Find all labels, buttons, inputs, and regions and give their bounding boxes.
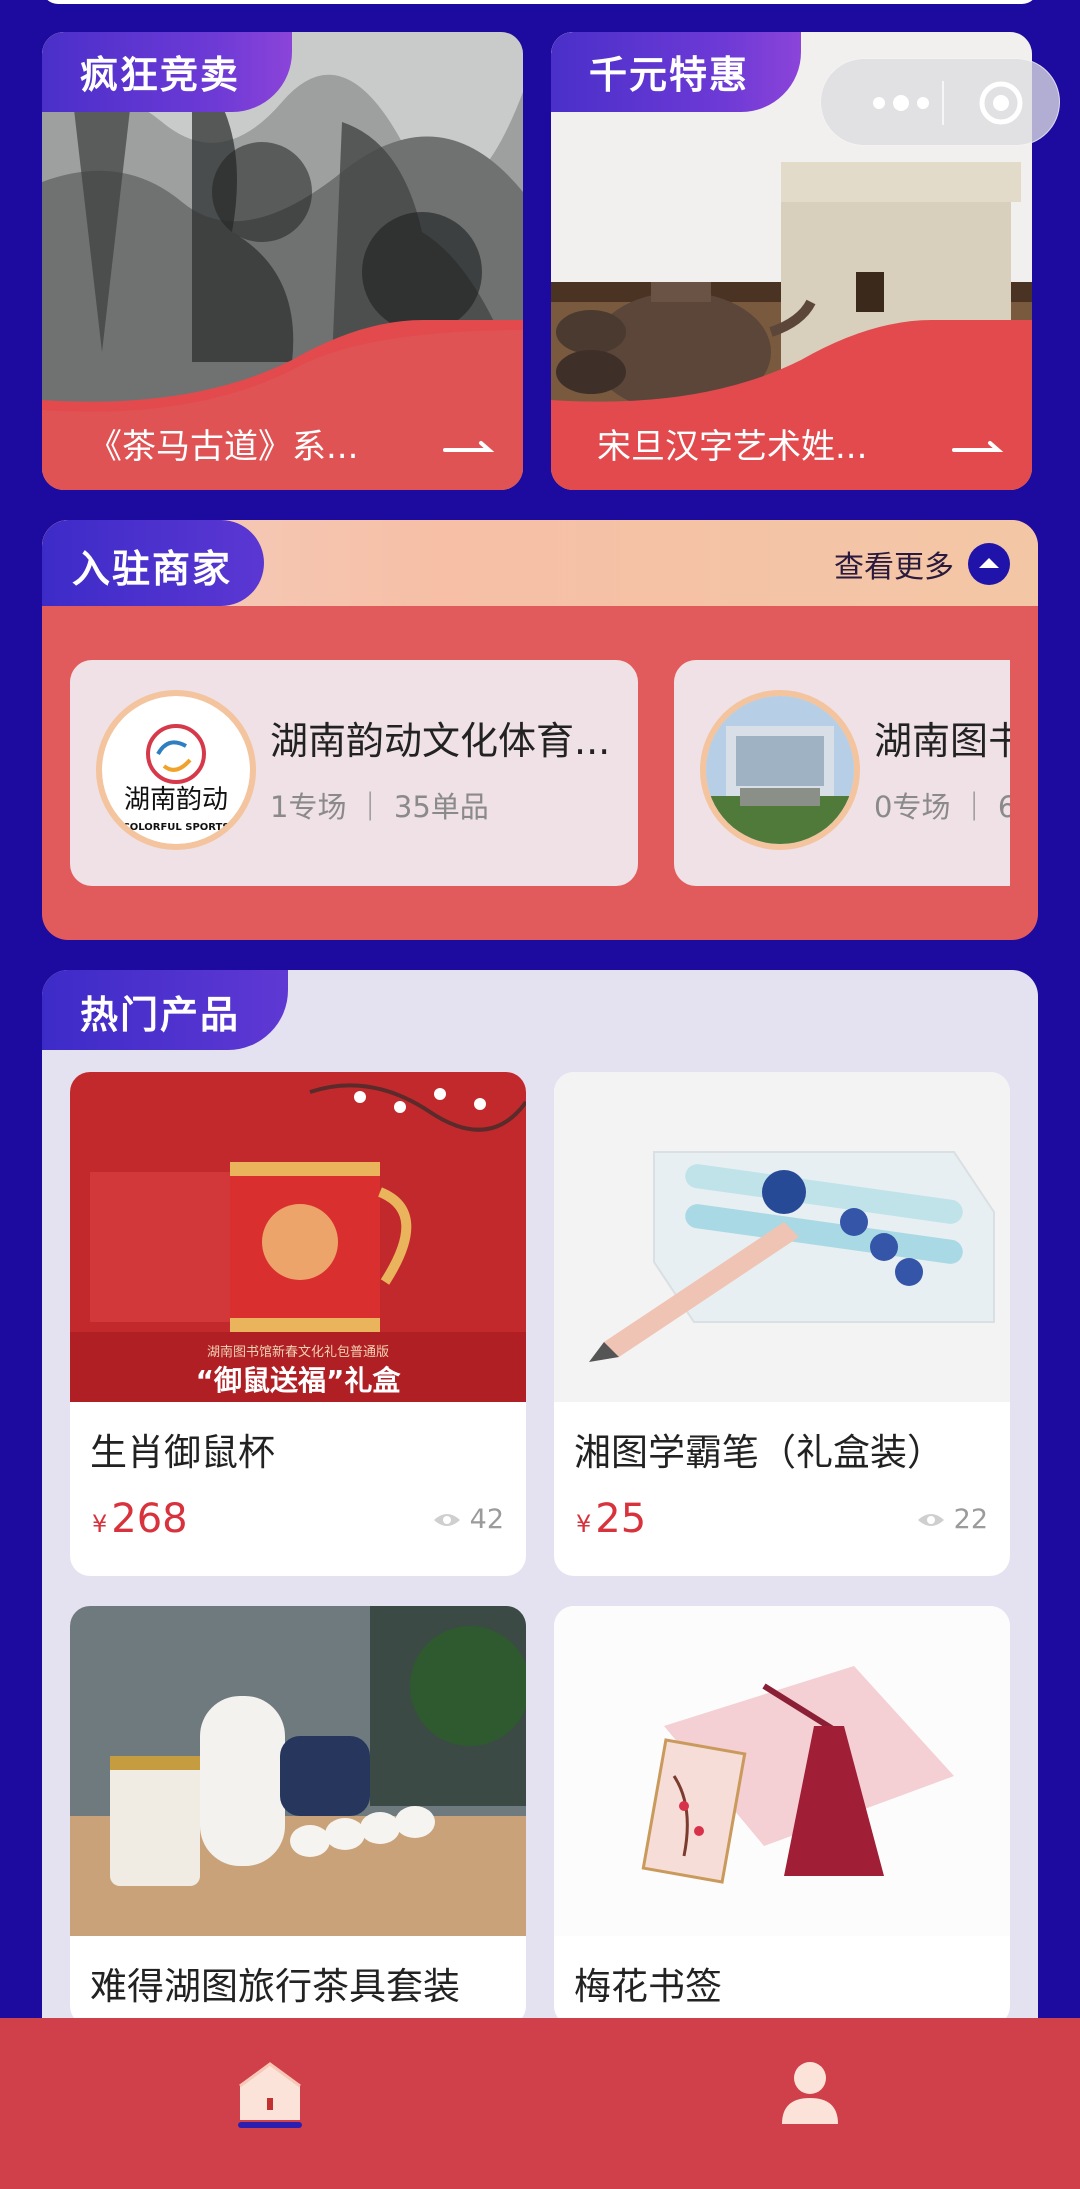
view-count: 22 — [916, 1504, 988, 1535]
view-more-label: 查看更多 — [834, 550, 954, 585]
merchant-items: 6 — [997, 790, 1010, 824]
profile-icon[interactable] — [770, 2052, 850, 2132]
view-count: 42 — [432, 1504, 504, 1535]
merchant-logo: 湖南韵动 COLORFUL SPORTS — [96, 690, 256, 850]
merchant-logo-text: 湖南韵动 — [124, 785, 228, 815]
product-title: 生肖御鼠杯 — [90, 1431, 275, 1474]
product-image-bookmark — [554, 1606, 1010, 1936]
hot-products-section: 热门产品 湖南图书馆新春文化礼包普通版 “御鼠送福”礼盒 生肖御鼠杯 ¥268 … — [42, 970, 1038, 2189]
merchant-logo-subtext: COLORFUL SPORTS — [122, 822, 229, 833]
close-target-icon[interactable] — [977, 79, 1025, 127]
merchant-card[interactable]: 湖南图书 0专场 ｜ 6 — [674, 660, 1010, 886]
price-value: 25 — [595, 1496, 647, 1542]
promo-card-auction[interactable]: 疯狂竞卖 《茶马古道》系... — [42, 32, 523, 490]
view-count-value: 22 — [953, 1504, 988, 1535]
product-title: 难得湖图旅行茶具套装 — [90, 1965, 460, 2008]
product-title: 梅花书签 — [574, 1965, 722, 2008]
product-price: ¥268 — [92, 1496, 188, 1542]
currency-symbol: ¥ — [92, 1510, 108, 1538]
merchant-stats: 1专场 ｜ 35单品 — [270, 784, 489, 826]
home-icon[interactable] — [230, 2052, 310, 2132]
product-image-pen — [554, 1072, 1010, 1402]
miniprogram-capsule — [820, 58, 1060, 146]
eye-icon — [433, 1513, 460, 1526]
product-image-caption: “御鼠送福”礼盒 — [196, 1364, 402, 1397]
product-image-mug: 湖南图书馆新春文化礼包普通版 “御鼠送福”礼盒 — [70, 1072, 526, 1402]
merchant-name: 湖南图书 — [874, 719, 1010, 763]
arrow-right-icon — [443, 441, 495, 452]
product-image-tea-set — [70, 1606, 526, 1936]
more-dots-icon[interactable] — [859, 91, 959, 115]
merchant-stats: 0专场 ｜ 6 — [874, 784, 1010, 826]
top-edge — [42, 0, 1038, 4]
merchant-logo — [700, 690, 860, 850]
merchant-specials: 1专场 — [270, 790, 347, 824]
arrow-right-icon — [952, 441, 1004, 452]
product-image-subcaption: 湖南图书馆新春文化礼包普通版 — [207, 1344, 389, 1360]
promo-caption: 宋旦汉字艺术姓... — [597, 427, 868, 467]
section-title: 入驻商家 — [42, 520, 264, 606]
capsule-divider — [942, 81, 944, 125]
merchant-specials: 0专场 — [874, 790, 951, 824]
currency-symbol: ¥ — [576, 1510, 592, 1538]
product-card[interactable]: 梅花书签 — [554, 1606, 1010, 2026]
eye-icon — [917, 1513, 944, 1526]
product-card[interactable]: 难得湖图旅行茶具套装 — [70, 1606, 526, 2026]
merchant-items: 35单品 — [393, 790, 489, 824]
stats-divider: ｜ — [355, 790, 394, 824]
arrow-up-icon — [968, 543, 1010, 585]
promo-tag: 疯狂竞卖 — [42, 32, 292, 112]
merchant-name: 湖南韵动文化体育... — [270, 719, 611, 763]
promo-tag: 千元特惠 — [551, 32, 801, 112]
product-price: ¥25 — [576, 1496, 646, 1542]
section-title: 热门产品 — [42, 970, 288, 1050]
product-title: 湘图学霸笔（礼盒装） — [574, 1431, 944, 1474]
merchant-card[interactable]: 湖南韵动 COLORFUL SPORTS 湖南韵动文化体育... 1专场 ｜ 3… — [70, 660, 638, 886]
promo-caption: 《茶马古道》系... — [88, 427, 359, 467]
bottom-tab-bar — [0, 2018, 1080, 2189]
price-value: 268 — [111, 1496, 188, 1542]
product-card[interactable]: 湖南图书馆新春文化礼包普通版 “御鼠送福”礼盒 生肖御鼠杯 ¥268 42 — [70, 1072, 526, 1576]
view-count-value: 42 — [469, 1504, 504, 1535]
view-more-button[interactable]: 查看更多 — [834, 542, 1010, 586]
product-card[interactable]: 湘图学霸笔（礼盒装） ¥25 22 — [554, 1072, 1010, 1576]
stats-divider: ｜ — [959, 790, 998, 824]
merchant-carousel[interactable]: 湖南韵动 COLORFUL SPORTS 湖南韵动文化体育... 1专场 ｜ 3… — [70, 660, 1010, 886]
merchants-section: 入驻商家 查看更多 湖南韵动 COLORFUL SPORTS 湖南韵动文化体育.… — [42, 520, 1038, 940]
